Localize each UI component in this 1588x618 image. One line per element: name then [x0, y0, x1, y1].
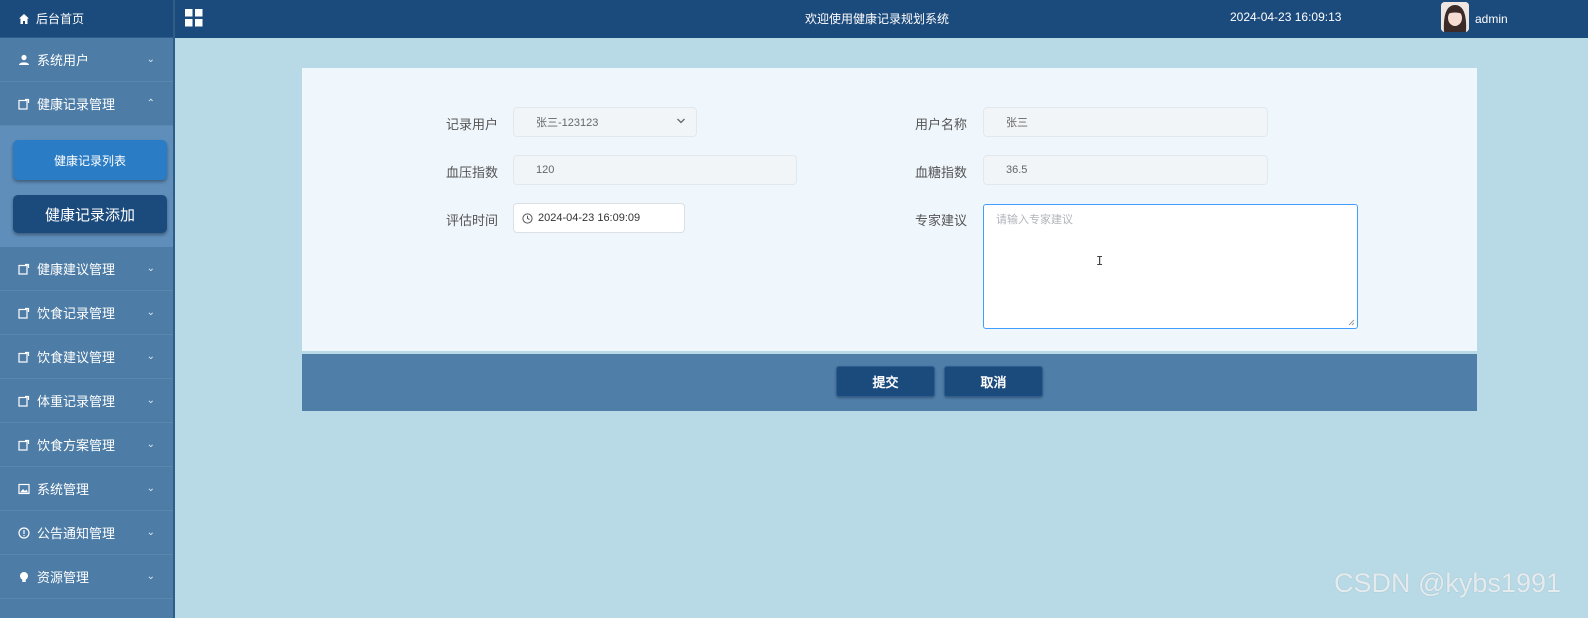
sidebar-item-label: 饮食方案管理 — [37, 439, 116, 454]
edit-icon — [18, 439, 30, 451]
grid-menu-icon[interactable] — [185, 9, 203, 27]
chevron-down-icon: ⌄ — [146, 395, 155, 406]
watermark: CSDN @kybs1991 — [1334, 568, 1561, 598]
sidebar-item-label: 系统用户 — [37, 54, 90, 69]
edit-icon — [18, 307, 30, 319]
sidebar-item-label: 饮食建议管理 — [37, 351, 116, 366]
clock-icon — [522, 212, 533, 224]
text-cursor-icon: I — [1096, 254, 1104, 268]
image-icon — [18, 483, 30, 495]
eval-time-label: 评估时间 — [446, 214, 499, 229]
sidebar-item-label: 体重记录管理 — [37, 395, 116, 410]
sidebar-item-health-advice[interactable]: 健康建议管理 ⌄ — [0, 247, 173, 291]
sidebar-item-label: 健康记录管理 — [37, 98, 116, 113]
edit-icon — [18, 395, 30, 407]
user-name-label: 用户名称 — [915, 118, 968, 133]
user-icon — [18, 54, 30, 66]
sidebar-item-system[interactable]: 系统管理 ⌄ — [0, 467, 173, 511]
sidebar-item-label: 饮食记录管理 — [37, 307, 116, 322]
chevron-down-icon: ⌄ — [146, 527, 155, 538]
chevron-down-icon: ⌄ — [146, 483, 155, 494]
blood-sugar-field[interactable]: 36.5 — [983, 155, 1268, 185]
expert-advice-placeholder: 请输入专家建议 — [996, 213, 1073, 226]
sidebar-item-label: 系统管理 — [37, 483, 90, 498]
sidebar-item-weight-records[interactable]: 体重记录管理 ⌄ — [0, 379, 173, 423]
home-icon — [18, 13, 30, 25]
submenu-health-records: 健康记录列表 健康记录添加 — [0, 126, 173, 247]
resize-grip-icon[interactable] — [1347, 318, 1355, 326]
record-user-label: 记录用户 — [446, 118, 499, 133]
edit-icon — [18, 351, 30, 363]
chevron-down-icon: ⌄ — [146, 439, 155, 450]
sidebar-item-users[interactable]: 系统用户 ⌄ — [0, 38, 173, 82]
submit-button[interactable]: 提交 — [836, 366, 935, 397]
chevron-down-icon — [677, 118, 685, 124]
sidebar-home-label: 后台首页 — [36, 12, 85, 26]
user-name-field[interactable]: 张三 — [983, 107, 1268, 137]
record-user-select[interactable]: 张三-123123 — [513, 107, 697, 137]
eval-time-picker[interactable]: 2024-04-23 16:09:09 — [513, 203, 685, 233]
sidebar-item-health-records[interactable]: 健康记录管理 ⌃ — [0, 82, 173, 126]
sidebar: 后台首页 系统用户 ⌄ 健康记录管理 ⌃ 健康记录列表 健康记录添加 健康建议管… — [0, 0, 175, 618]
edit-icon — [18, 263, 30, 275]
avatar[interactable] — [1441, 2, 1469, 32]
sidebar-home[interactable]: 后台首页 — [0, 0, 173, 38]
submenu-item-health-record-list[interactable]: 健康记录列表 — [13, 140, 167, 180]
sidebar-item-label: 健康建议管理 — [37, 263, 116, 278]
sidebar-item-diet-records[interactable]: 饮食记录管理 ⌄ — [0, 291, 173, 335]
chevron-down-icon: ⌄ — [146, 54, 155, 65]
expert-advice-textarea[interactable]: 请输入专家建议 — [983, 204, 1358, 329]
blood-sugar-label: 血糖指数 — [915, 166, 968, 181]
blood-pressure-label: 血压指数 — [446, 166, 499, 181]
sidebar-item-diet-plans[interactable]: 饮食方案管理 ⌄ — [0, 423, 173, 467]
form-card: 记录用户 张三-123123 用户名称 张三 血压指数 120 血糖指数 36.… — [302, 68, 1477, 351]
form-actions: 提交 取消 — [302, 354, 1477, 411]
top-header: 欢迎使用健康记录规划系统 2024-04-23 16:09:13 admin — [175, 0, 1588, 38]
record-user-value: 张三-123123 — [536, 117, 599, 129]
info-icon — [18, 526, 30, 539]
submenu-item-health-record-add[interactable]: 健康记录添加 — [13, 195, 167, 233]
current-datetime: 2024-04-23 16:09:13 — [1230, 10, 1342, 24]
chevron-down-icon: ⌄ — [146, 263, 155, 274]
chevron-down-icon: ⌄ — [146, 571, 155, 582]
sidebar-item-label: 资源管理 — [37, 571, 90, 586]
sidebar-item-diet-advice[interactable]: 饮食建议管理 ⌄ — [0, 335, 173, 379]
eval-time-value: 2024-04-23 16:09:09 — [538, 212, 641, 224]
chevron-up-icon: ⌃ — [146, 98, 155, 109]
bulb-icon — [18, 571, 30, 583]
sidebar-item-announcements[interactable]: 公告通知管理 ⌄ — [0, 511, 173, 555]
system-title: 欢迎使用健康记录规划系统 — [805, 12, 950, 26]
expert-advice-label: 专家建议 — [915, 214, 968, 229]
sidebar-item-resources[interactable]: 资源管理 ⌄ — [0, 555, 173, 599]
edit-icon — [18, 98, 30, 110]
blood-sugar-value: 36.5 — [1006, 164, 1028, 176]
cancel-button[interactable]: 取消 — [944, 366, 1043, 397]
username[interactable]: admin — [1475, 12, 1508, 26]
blood-pressure-field[interactable]: 120 — [513, 155, 797, 185]
chevron-down-icon: ⌄ — [146, 351, 155, 362]
sidebar-item-label: 公告通知管理 — [37, 527, 116, 542]
chevron-down-icon: ⌄ — [146, 307, 155, 318]
blood-pressure-value: 120 — [536, 164, 555, 176]
user-name-value: 张三 — [1006, 117, 1028, 129]
